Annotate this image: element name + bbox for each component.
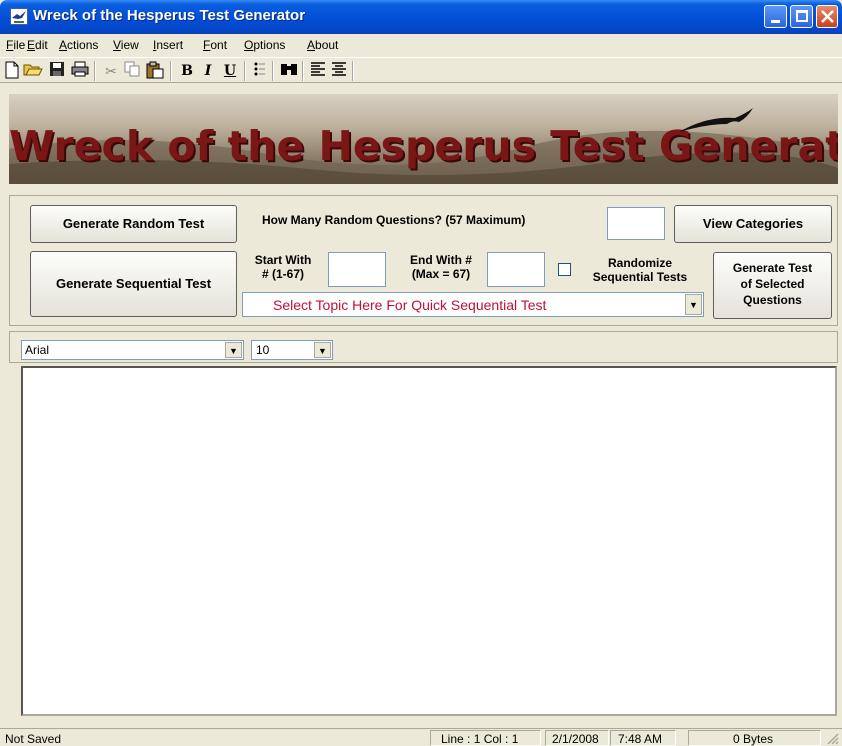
title-bar[interactable]: Wreck of the Hesperus Test Generator — [0, 0, 842, 34]
bytes-status: 0 Bytes — [733, 732, 774, 746]
menu-about[interactable]: About — [307, 38, 338, 52]
align-left-icon[interactable] — [308, 61, 328, 81]
start-with-label-line2: # (1-67) — [261, 267, 305, 281]
randomize-label-line1: Randomize — [607, 256, 672, 270]
printer-icon[interactable] — [70, 61, 90, 81]
topic-select[interactable]: Select Topic Here For Quick Sequential T… — [242, 292, 704, 317]
font-size-select[interactable]: 10 ▼ — [251, 340, 333, 360]
line-col-status: Line : 1 Col : 1 — [441, 732, 519, 746]
binoculars-icon[interactable] — [279, 61, 299, 81]
bold-button[interactable]: B — [177, 61, 197, 81]
menu-actions[interactable]: Actions — [59, 38, 98, 52]
date-status: 2/1/2008 — [552, 732, 599, 746]
randomize-label: Randomize Sequential Tests — [578, 256, 702, 284]
resize-grip-icon[interactable] — [826, 732, 839, 745]
status-bar: Not Saved Line : 1 Col : 1 2/1/2008 7:48… — [0, 728, 842, 746]
start-with-label-line1: Start With — [254, 253, 312, 267]
bullet-list-icon[interactable] — [250, 61, 270, 81]
font-name-select[interactable]: Arial ▼ — [21, 340, 244, 360]
save-disk-icon[interactable] — [47, 61, 67, 81]
chevron-down-icon[interactable]: ▼ — [225, 342, 242, 358]
generate-selected-line2: of Selected — [740, 277, 805, 291]
generate-selected-line1: Generate Test — [732, 261, 813, 275]
view-categories-button[interactable]: View Categories — [674, 205, 832, 243]
end-with-label: End With # (Max = 67) — [395, 253, 487, 281]
end-with-input[interactable] — [487, 252, 545, 287]
font-bar: Arial ▼ 10 ▼ — [9, 331, 838, 363]
align-center-icon[interactable] — [329, 61, 349, 81]
new-document-icon[interactable] — [2, 61, 22, 81]
end-with-label-line1: End With # — [410, 253, 472, 267]
menu-file[interactable]: File — [6, 38, 25, 52]
control-panel: Generate Random Test How Many Random Que… — [9, 195, 838, 326]
font-name-value: Arial — [25, 343, 50, 357]
save-status: Not Saved — [5, 732, 62, 746]
menu-edit[interactable]: Edit — [27, 38, 48, 52]
copy-icon[interactable] — [122, 61, 142, 81]
menu-view[interactable]: View — [113, 38, 139, 52]
italic-button[interactable]: I — [198, 61, 218, 81]
chevron-down-icon[interactable]: ▼ — [685, 294, 702, 315]
menu-font[interactable]: Font — [203, 38, 227, 52]
generate-sequential-test-button[interactable]: Generate Sequential Test — [30, 251, 237, 317]
document-editor[interactable] — [21, 366, 837, 716]
app-bird-icon — [10, 8, 28, 25]
minimize-button[interactable] — [764, 5, 787, 28]
open-folder-icon[interactable] — [23, 61, 43, 81]
generate-random-test-button[interactable]: Generate Random Test — [30, 205, 237, 243]
generate-selected-questions-button[interactable]: Generate Test of Selected Questions — [713, 252, 832, 319]
how-many-label: How Many Random Questions? (57 Maximum) — [262, 213, 526, 227]
start-with-label: Start With # (1-67) — [244, 253, 322, 281]
toolbar-separator — [272, 61, 274, 81]
maximize-icon — [796, 10, 808, 22]
font-size-value: 10 — [256, 343, 270, 357]
scissors-icon[interactable]: ✂ — [101, 61, 121, 81]
start-with-input[interactable] — [328, 252, 386, 287]
how-many-input[interactable] — [607, 207, 665, 240]
toolbar-separator — [244, 61, 246, 81]
topic-select-text: Select Topic Here For Quick Sequential T… — [273, 297, 547, 313]
close-button[interactable] — [816, 5, 838, 28]
generate-selected-line3: Questions — [743, 293, 802, 307]
toolbar-separator — [352, 61, 354, 81]
chevron-down-icon[interactable]: ▼ — [314, 342, 331, 358]
toolbar-separator — [94, 61, 96, 81]
toolbar: ✂ B I U — [0, 57, 842, 83]
toolbar-separator — [302, 61, 304, 81]
toolbar-separator — [170, 61, 172, 81]
underline-button[interactable]: U — [220, 61, 240, 81]
end-with-label-line2: (Max = 67) — [411, 267, 471, 281]
randomize-label-line2: Sequential Tests — [592, 270, 688, 284]
randomize-checkbox[interactable] — [558, 263, 571, 276]
seagull-icon — [679, 108, 753, 132]
menu-insert[interactable]: Insert — [153, 38, 183, 52]
minimize-icon — [771, 20, 780, 23]
paste-icon[interactable] — [145, 61, 165, 81]
time-status: 7:48 AM — [618, 732, 663, 746]
banner: Wreck of the Hesperus Test Generator — [9, 94, 838, 184]
menu-bar: File Edit Actions View Insert Font Optio… — [0, 34, 842, 56]
maximize-button[interactable] — [790, 5, 813, 28]
menu-options[interactable]: Options — [244, 38, 285, 52]
window-title: Wreck of the Hesperus Test Generator — [33, 7, 306, 24]
close-icon — [821, 10, 834, 23]
